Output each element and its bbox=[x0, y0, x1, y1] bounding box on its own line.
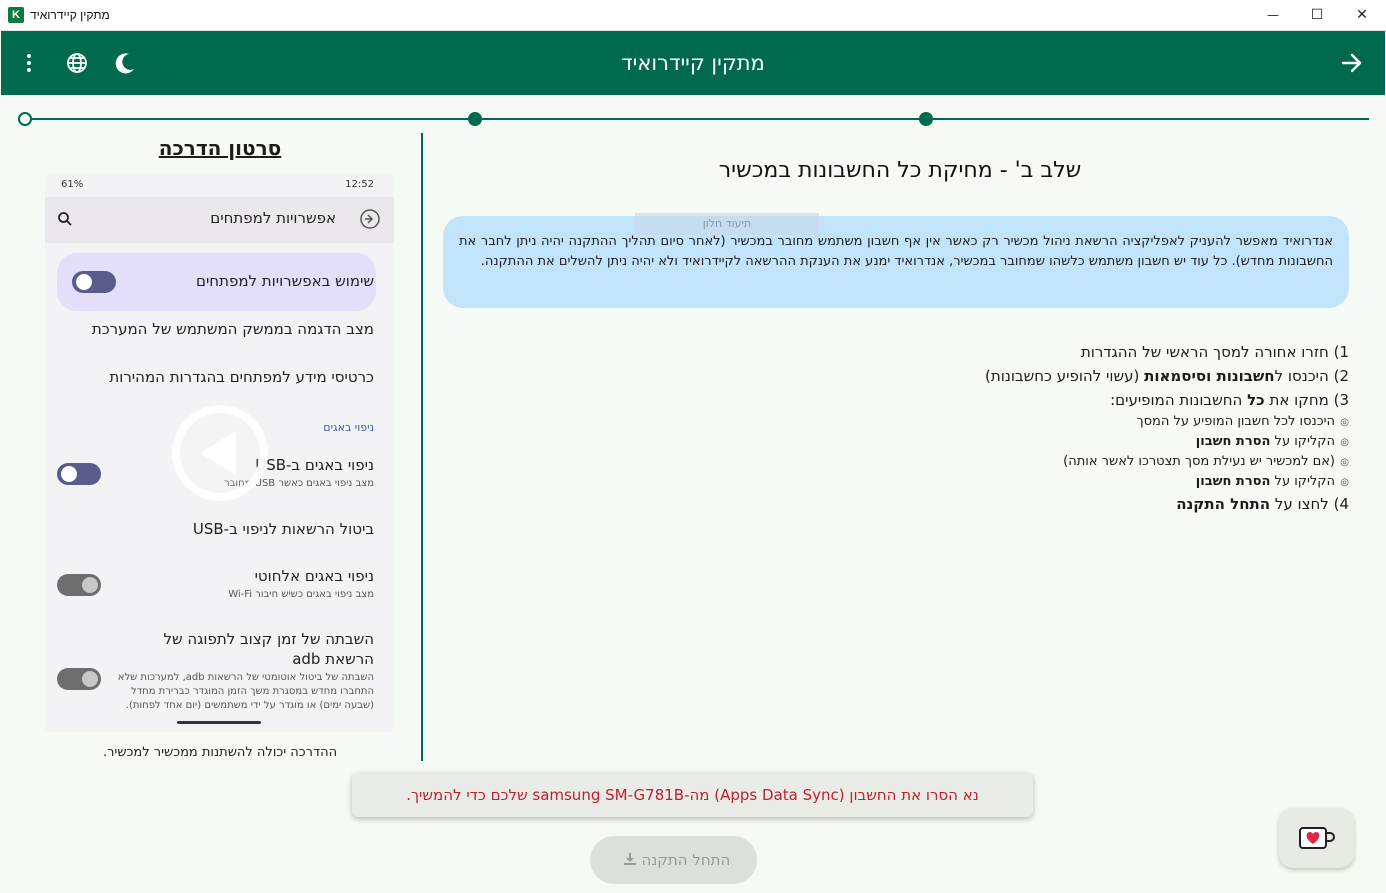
start-install-button[interactable]: התחל התקנה bbox=[590, 836, 757, 884]
instructions-list: 1) חזרו אחורה למסך הראשי של ההגדרות 2) ה… bbox=[900, 340, 1349, 516]
phone-row-use-dev-options: שימוש באפשרויות למפתחים bbox=[195, 272, 374, 290]
arrow-right-icon[interactable] bbox=[1338, 49, 1366, 77]
phone-row-wireless: ניפוי באגים אלחוטי bbox=[254, 567, 374, 585]
progress-stepper bbox=[18, 110, 1369, 128]
stepper-dot-step-1 bbox=[919, 112, 933, 126]
install-button-label: התחל התקנה bbox=[641, 851, 731, 869]
window-title: מתקין קיידרואיד bbox=[30, 8, 110, 22]
phone-battery: 61% bbox=[61, 179, 84, 190]
instruction-3-bullet-4: ◎הקליקו על הסרת חשבון bbox=[900, 472, 1349, 492]
phone-row-usb-debugging: ניפוי באגים ב-USB bbox=[255, 456, 374, 474]
maximize-button[interactable]: ☐ bbox=[1294, 0, 1340, 31]
play-icon[interactable] bbox=[172, 405, 268, 501]
phone-row-tiles: כרטיסי מידע למפתחים בהגדרות המהירות bbox=[109, 368, 374, 386]
video-title: סרטון הדרכה bbox=[158, 136, 282, 160]
step-title: שלב ב' - מחיקת כל החשבונות במכשיר bbox=[718, 158, 1082, 183]
app-logo-icon: K bbox=[8, 7, 24, 23]
minimize-button[interactable]: — bbox=[1250, 0, 1296, 31]
phone-category-debugging: ניפוי באגים bbox=[323, 421, 374, 434]
stepper-dot-step-2 bbox=[468, 112, 482, 126]
phone-status-bar: 12:52 61% bbox=[45, 173, 394, 197]
phone-home-handle bbox=[177, 721, 261, 724]
phone-row-timeout-1: השבתה של זמן קצוב לתפוגה של bbox=[163, 630, 375, 648]
phone-topbar-title: אפשרויות למפתחים bbox=[210, 209, 336, 227]
instruction-3-bullet-3: ◎(אם למכשיר יש נעילת מסך תצטרכו לאשר אות… bbox=[900, 452, 1349, 472]
donate-button[interactable] bbox=[1279, 808, 1354, 868]
phone-row-timeout-2: הרשאת adb bbox=[292, 650, 374, 668]
download-icon bbox=[623, 837, 637, 885]
stepper-line bbox=[24, 118, 1369, 120]
instruction-3: 3) מחקו את כל החשבונות המופיעים: bbox=[1110, 391, 1349, 409]
back-arrow-icon bbox=[360, 209, 380, 229]
phone-toggle-dev-options bbox=[72, 271, 116, 293]
info-text: אנדרואיד מאפשר להעניק לאפליקציה הרשאת ני… bbox=[459, 234, 1333, 269]
app-header: מתקין קיידרואיד bbox=[1, 31, 1385, 95]
phone-row-wireless-sub: מצב ניפוי באגים כשיש חיבור Wi-Fi bbox=[228, 589, 374, 600]
instruction-4: 4) לחצו על התחל התקנה bbox=[1176, 495, 1349, 513]
bullet-icon: ◎ bbox=[1340, 437, 1349, 448]
instruction-3-bullet-1: ◎היכנסו לכל חשבון המופיע על המסך bbox=[900, 412, 1349, 432]
bullet-icon: ◎ bbox=[1340, 417, 1349, 428]
phone-row-revoke: ביטול הרשאות לניפוי ב-USB bbox=[192, 520, 374, 538]
bullet-icon: ◎ bbox=[1340, 457, 1349, 468]
window-titlebar: K מתקין קיידרואיד — ☐ ✕ bbox=[0, 0, 1386, 31]
heart-mug-icon bbox=[1299, 826, 1335, 854]
app-title: מתקין קיידרואיד bbox=[621, 51, 765, 75]
phone-topbar: אפשרויות למפתחים bbox=[45, 197, 394, 243]
phone-toggle-usb bbox=[57, 463, 101, 485]
search-icon bbox=[57, 211, 73, 227]
phone-row-demo: מצב הדגמה בממשק המשתמש של המערכת bbox=[91, 320, 374, 338]
error-snackbar: נא הסרו את החשבון (Apps Data Sync) מה-sa… bbox=[352, 773, 1033, 817]
bullet-icon: ◎ bbox=[1340, 477, 1349, 488]
instruction-1: 1) חזרו אחורה למסך הראשי של ההגדרות bbox=[1080, 343, 1349, 361]
phone-row-timeout-sub: השבתה של ביטול אוטומטי של הרשאות adb, למ… bbox=[117, 672, 374, 711]
instruction-3-bullet-2: ◎הקליקו על הסרת חשבון bbox=[900, 432, 1349, 452]
info-box: אנדרואיד מאפשר להעניק לאפליקציה הרשאת ני… bbox=[443, 216, 1349, 308]
video-caption: ההדרכה יכולה להשתנות ממכשיר למכשיר. bbox=[102, 745, 338, 760]
stepper-dot-step-3 bbox=[18, 112, 32, 126]
window-capture-tooltip: תיעוד חלון bbox=[635, 213, 819, 235]
phone-toggle-timeout bbox=[57, 668, 101, 690]
close-button[interactable]: ✕ bbox=[1339, 0, 1385, 31]
phone-toggle-wireless bbox=[57, 574, 101, 596]
instruction-2: 2) היכנסו לחשבונות וסיסמאות (עשוי להופיע… bbox=[985, 367, 1349, 385]
panel-divider bbox=[421, 133, 423, 761]
phone-time: 12:52 bbox=[345, 179, 374, 190]
